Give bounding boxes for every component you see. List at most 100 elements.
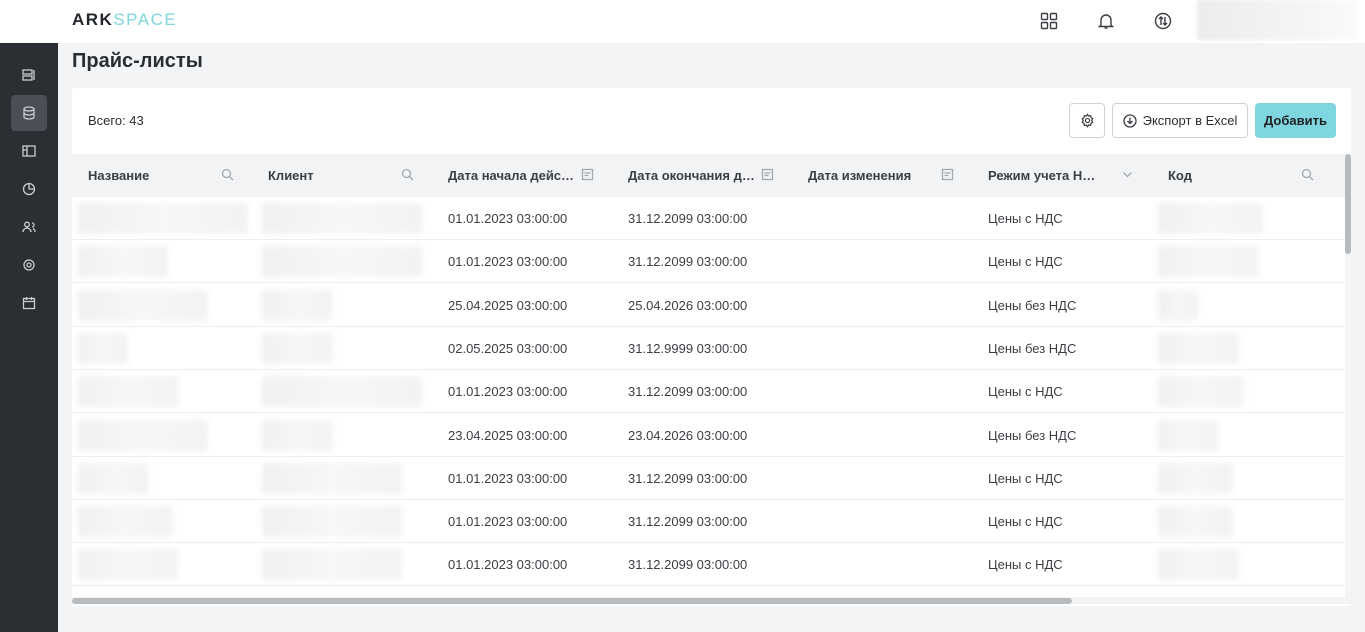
horizontal-scrollbar[interactable] (72, 597, 1351, 604)
chart-pie-icon (22, 182, 36, 196)
gear-icon (1080, 113, 1094, 128)
gear-icon (23, 259, 35, 271)
page-title: Прайс-листы (72, 50, 203, 72)
horizontal-scroll-thumb[interactable] (72, 598, 1072, 604)
name-cell-redacted (78, 332, 128, 364)
end-date-cell: 31.12.2099 03:00:00 (628, 514, 748, 530)
table-row[interactable]: 02.05.2025 03:00:00 31.12.9999 03:00:00 Це… (72, 327, 1345, 370)
column-label: Код (1168, 168, 1192, 183)
name-cell-redacted (78, 376, 178, 408)
layout-icon (22, 145, 36, 157)
search-icon[interactable] (221, 168, 235, 182)
code-cell-redacted (1158, 462, 1233, 494)
price-lists-card: Всего: 43 Экспорт в Excel Добавить Назва… (72, 88, 1351, 606)
sidebar-item-database[interactable] (11, 95, 47, 131)
table-row[interactable]: 01.01.2023 03:00:00 31.12.2099 03:00:00 Це… (72, 370, 1345, 414)
user-menu[interactable] (1197, 0, 1357, 40)
client-cell-redacted (262, 419, 332, 451)
export-excel-button[interactable]: Экспорт в Excel (1112, 103, 1248, 138)
client-cell-redacted (262, 506, 402, 538)
column-header-vat-mode[interactable]: Режим учета Н… (988, 154, 1103, 197)
filter-calendar-icon[interactable] (761, 168, 775, 182)
top-header: ARKSPACE (0, 0, 1365, 43)
name-cell-redacted (78, 506, 173, 538)
apps-grid-icon[interactable] (1037, 9, 1061, 33)
column-settings-button[interactable] (1069, 103, 1105, 138)
vat-mode-cell: Цены без НДС (988, 427, 1077, 443)
table-row[interactable]: 25.04.2025 03:00:00 25.04.2026 03:00:00 Це… (72, 284, 1345, 327)
sidebar-item-users[interactable] (11, 209, 47, 245)
table-row[interactable]: 01.01.2023 03:00:00 31.12.2099 03:00:00 Це… (72, 500, 1345, 544)
table-row[interactable]: 23.04.2025 03:00:00 23.04.2026 03:00:00 Це… (72, 414, 1345, 457)
client-cell-redacted (262, 246, 422, 278)
bell-icon[interactable] (1094, 9, 1118, 33)
column-label: Дата окончания дей… (628, 168, 758, 183)
start-date-cell: 02.05.2025 03:00:00 (448, 340, 568, 356)
total-count: Всего: 43 (88, 113, 144, 128)
sidebar-item-reports[interactable] (11, 171, 47, 207)
logo-ark-text: ARK (72, 10, 114, 29)
column-label: Дата изменения (808, 168, 912, 183)
download-icon (1122, 113, 1137, 128)
sidebar-item-calendar[interactable] (11, 285, 47, 321)
sidebar-item-settings[interactable] (11, 247, 47, 283)
code-cell-redacted (1158, 376, 1243, 408)
sidebar-logo-area (0, 0, 58, 43)
code-cell-redacted (1158, 332, 1238, 364)
vat-mode-cell: Цены с НДС (988, 514, 1063, 530)
table-row[interactable]: 01.01.2023 03:00:00 31.12.2099 03:00:00 Це… (72, 543, 1345, 587)
column-label: Название (88, 168, 150, 183)
sidebar-item-layout[interactable] (11, 133, 47, 169)
vat-mode-cell: Цены с НДС (988, 254, 1063, 270)
client-cell-redacted (262, 289, 332, 321)
column-header-end-date[interactable]: Дата окончания дей… (628, 154, 758, 197)
sidebar-item-devices[interactable] (11, 57, 47, 93)
brand-logo[interactable]: ARKSPACE (72, 10, 177, 30)
column-header-start-date[interactable]: Дата начала действ… (448, 154, 578, 197)
sidebar (0, 0, 58, 632)
vat-mode-cell: Цены без НДС (988, 340, 1077, 356)
column-header-code[interactable]: Код (1168, 154, 1298, 197)
search-icon[interactable] (401, 168, 415, 182)
end-date-cell: 31.12.2099 03:00:00 (628, 254, 748, 270)
search-icon[interactable] (1301, 168, 1315, 182)
vat-mode-cell: Цены с НДС (988, 211, 1063, 226)
column-header-changed-date[interactable]: Дата изменения (808, 154, 938, 197)
table-row[interactable]: 01.01.2023 03:00:00 31.12.2099 03:00:00 Це… (72, 457, 1345, 500)
column-label: Клиент (268, 168, 314, 183)
filter-calendar-icon[interactable] (581, 168, 595, 182)
start-date-cell: 25.04.2025 03:00:00 (448, 297, 568, 313)
end-date-cell: 23.04.2026 03:00:00 (628, 427, 748, 443)
code-cell-redacted (1158, 203, 1263, 234)
start-date-cell: 23.04.2025 03:00:00 (448, 427, 568, 443)
logo-space-text: SPACE (113, 10, 178, 29)
client-cell-redacted (262, 462, 402, 494)
database-icon (23, 106, 35, 120)
calendar-icon (22, 297, 36, 310)
end-date-cell: 31.12.2099 03:00:00 (628, 211, 748, 226)
start-date-cell: 01.01.2023 03:00:00 (448, 557, 568, 573)
add-button[interactable]: Добавить (1255, 103, 1336, 138)
vat-mode-cell: Цены с НДС (988, 557, 1063, 573)
vertical-scroll-thumb[interactable] (1345, 154, 1351, 254)
chevron-down-icon[interactable] (1121, 168, 1135, 182)
swap-icon[interactable] (1151, 9, 1175, 33)
name-cell-redacted (78, 419, 208, 451)
vertical-scrollbar[interactable] (1345, 154, 1351, 598)
client-cell-redacted (262, 332, 332, 364)
column-label: Дата начала действ… (448, 168, 578, 183)
code-cell-redacted (1158, 549, 1238, 581)
end-date-cell: 31.12.9999 03:00:00 (628, 340, 748, 356)
filter-calendar-icon[interactable] (941, 168, 955, 182)
devices-icon (22, 69, 35, 81)
start-date-cell: 01.01.2023 03:00:00 (448, 254, 568, 270)
vat-mode-cell: Цены с НДС (988, 470, 1063, 486)
start-date-cell: 01.01.2023 03:00:00 (448, 514, 568, 530)
end-date-cell: 31.12.2099 03:00:00 (628, 557, 748, 573)
code-cell-redacted (1158, 506, 1233, 538)
name-cell-redacted (78, 289, 208, 321)
start-date-cell: 01.01.2023 03:00:00 (448, 470, 568, 486)
client-cell-redacted (262, 549, 402, 581)
table-row[interactable]: 01.01.2023 03:00:00 31.12.2099 03:00:00 Це… (72, 197, 1345, 240)
table-row[interactable]: 01.01.2023 03:00:00 31.12.2099 03:00:00 Це… (72, 240, 1345, 284)
